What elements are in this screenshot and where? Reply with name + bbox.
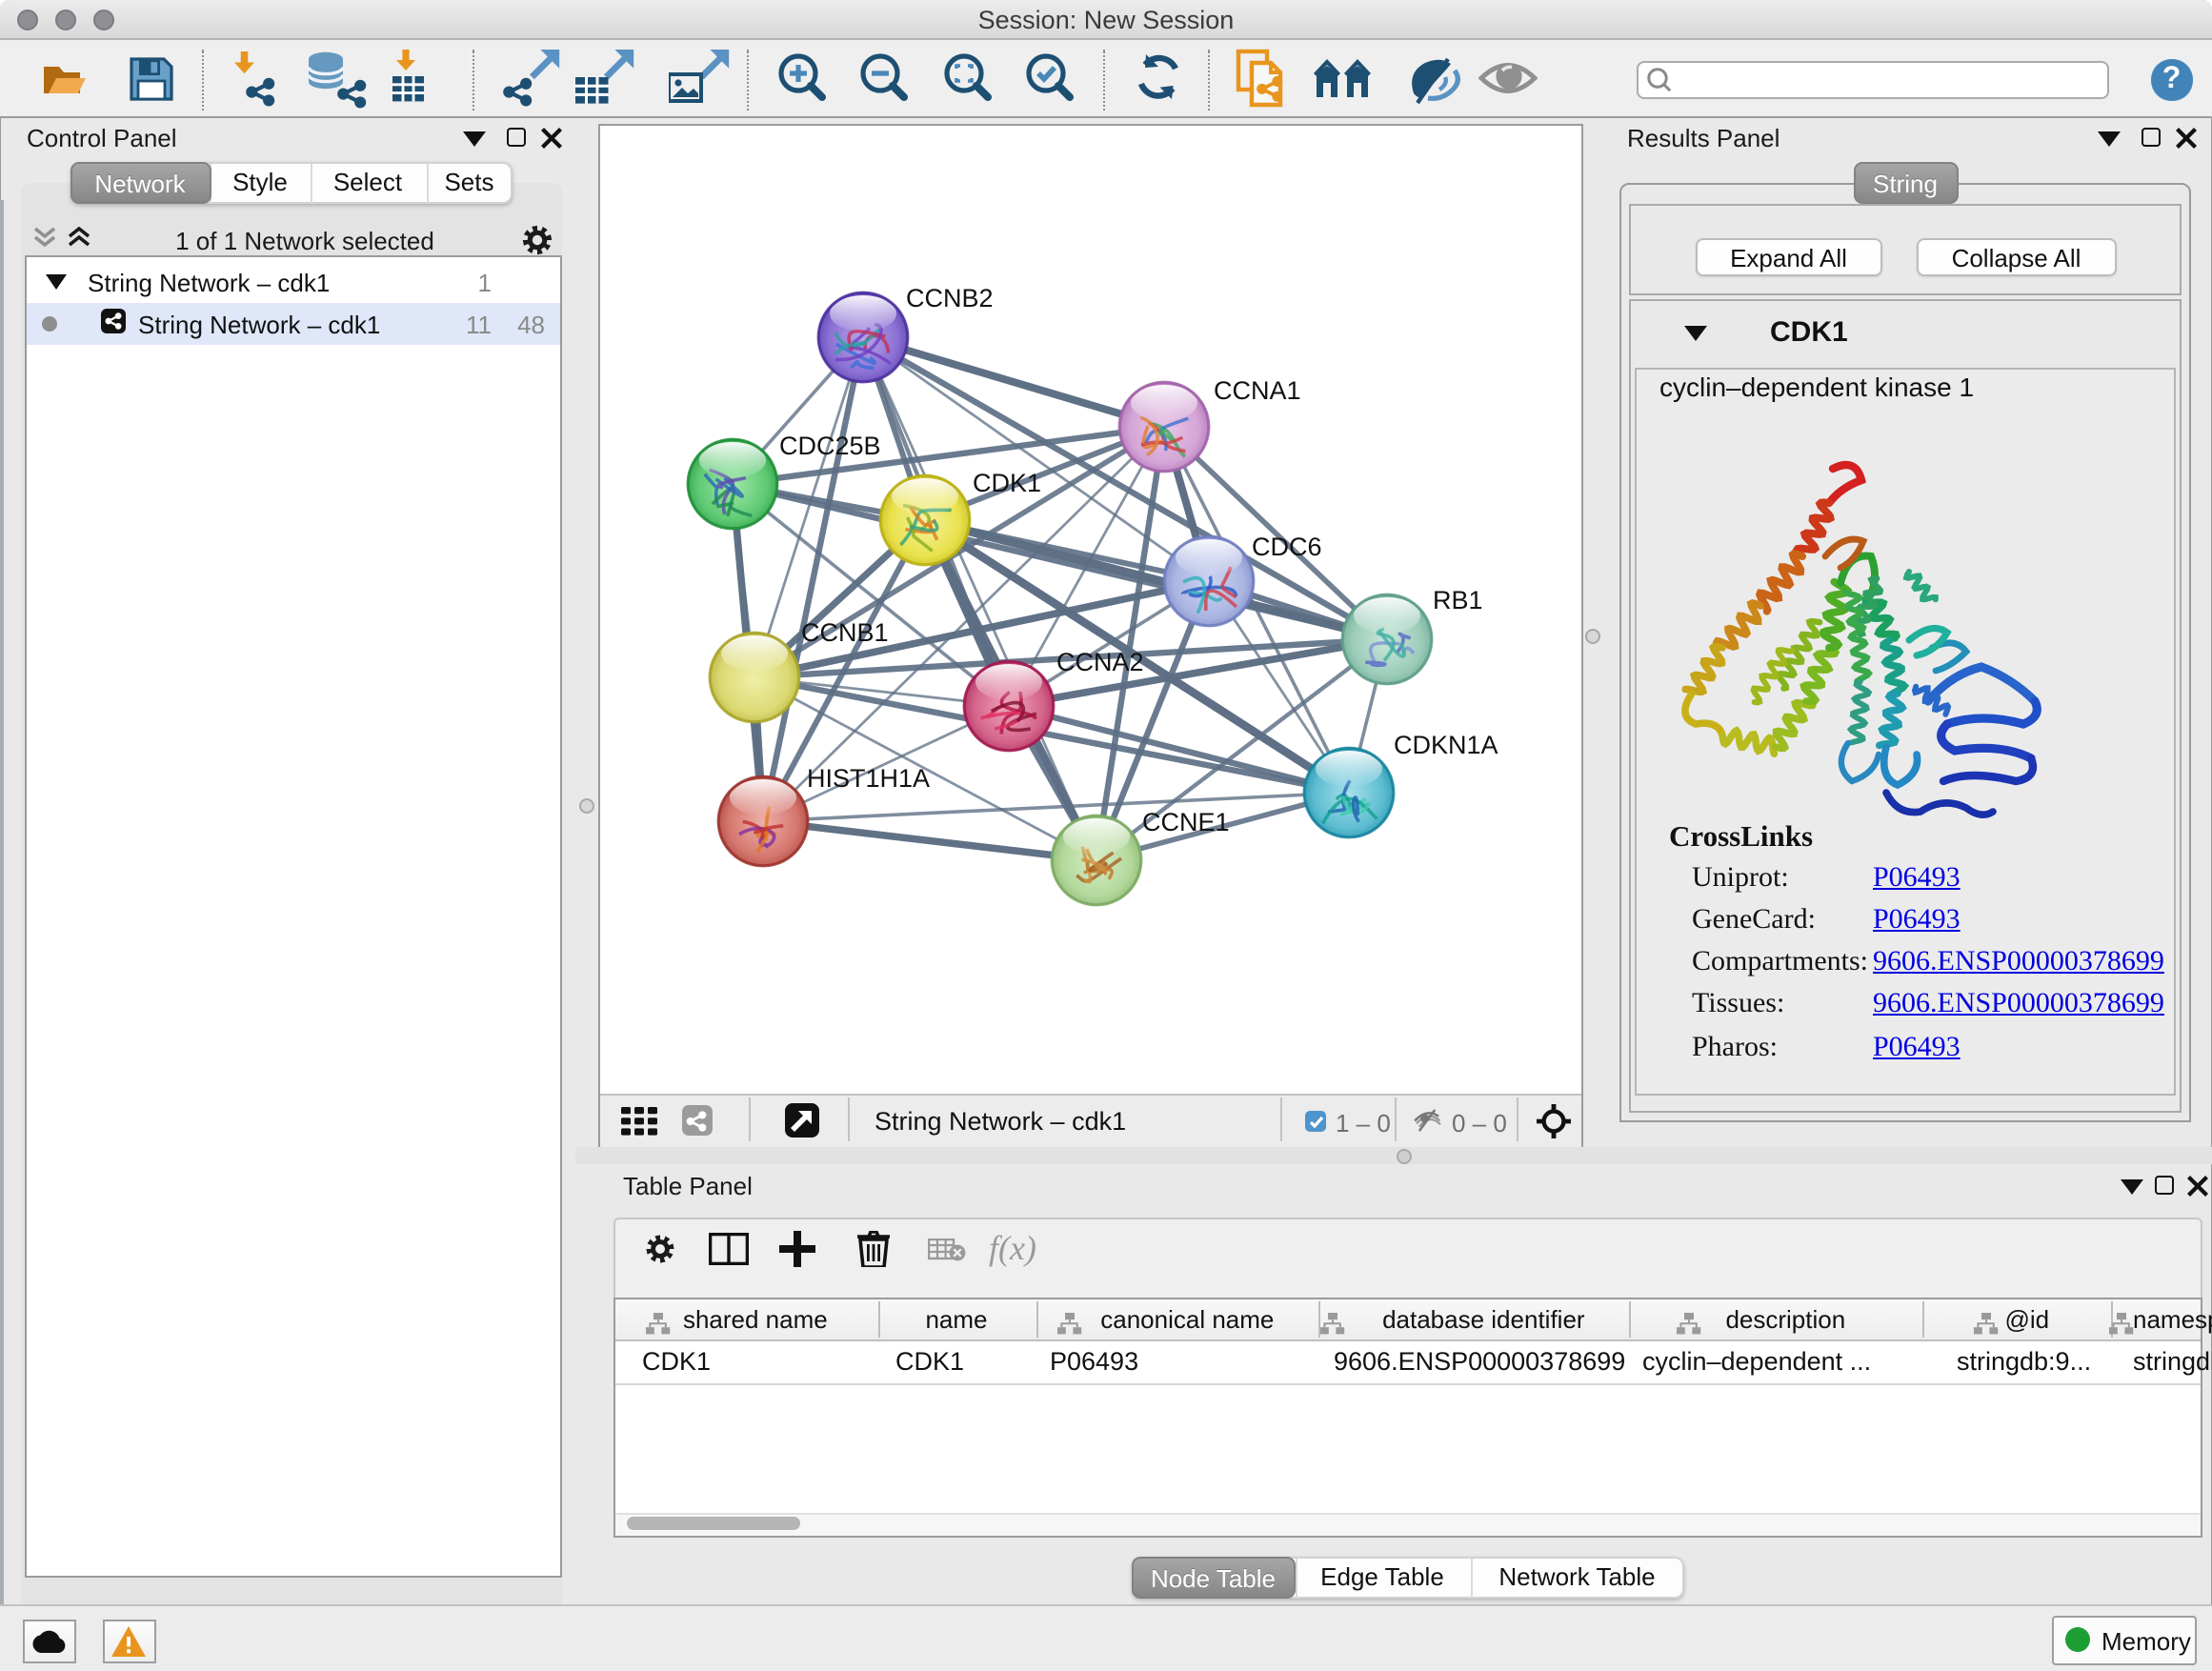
svg-text:CCNB1: CCNB1 [800, 617, 888, 646]
svg-text:HIST1H1A: HIST1H1A [806, 763, 929, 792]
svg-text:CCNB2: CCNB2 [905, 283, 993, 312]
svg-text:CCNE1: CCNE1 [1141, 807, 1229, 836]
svg-text:CDC6: CDC6 [1251, 532, 1321, 560]
svg-text:CDKN1A: CDKN1A [1393, 730, 1498, 758]
svg-text:RB1: RB1 [1432, 585, 1482, 614]
svg-text:CCNA2: CCNA2 [1056, 647, 1143, 675]
svg-text:CCNA1: CCNA1 [1213, 375, 1300, 404]
svg-text:CDK1: CDK1 [972, 468, 1040, 496]
svg-text:CDC25B: CDC25B [778, 431, 880, 459]
